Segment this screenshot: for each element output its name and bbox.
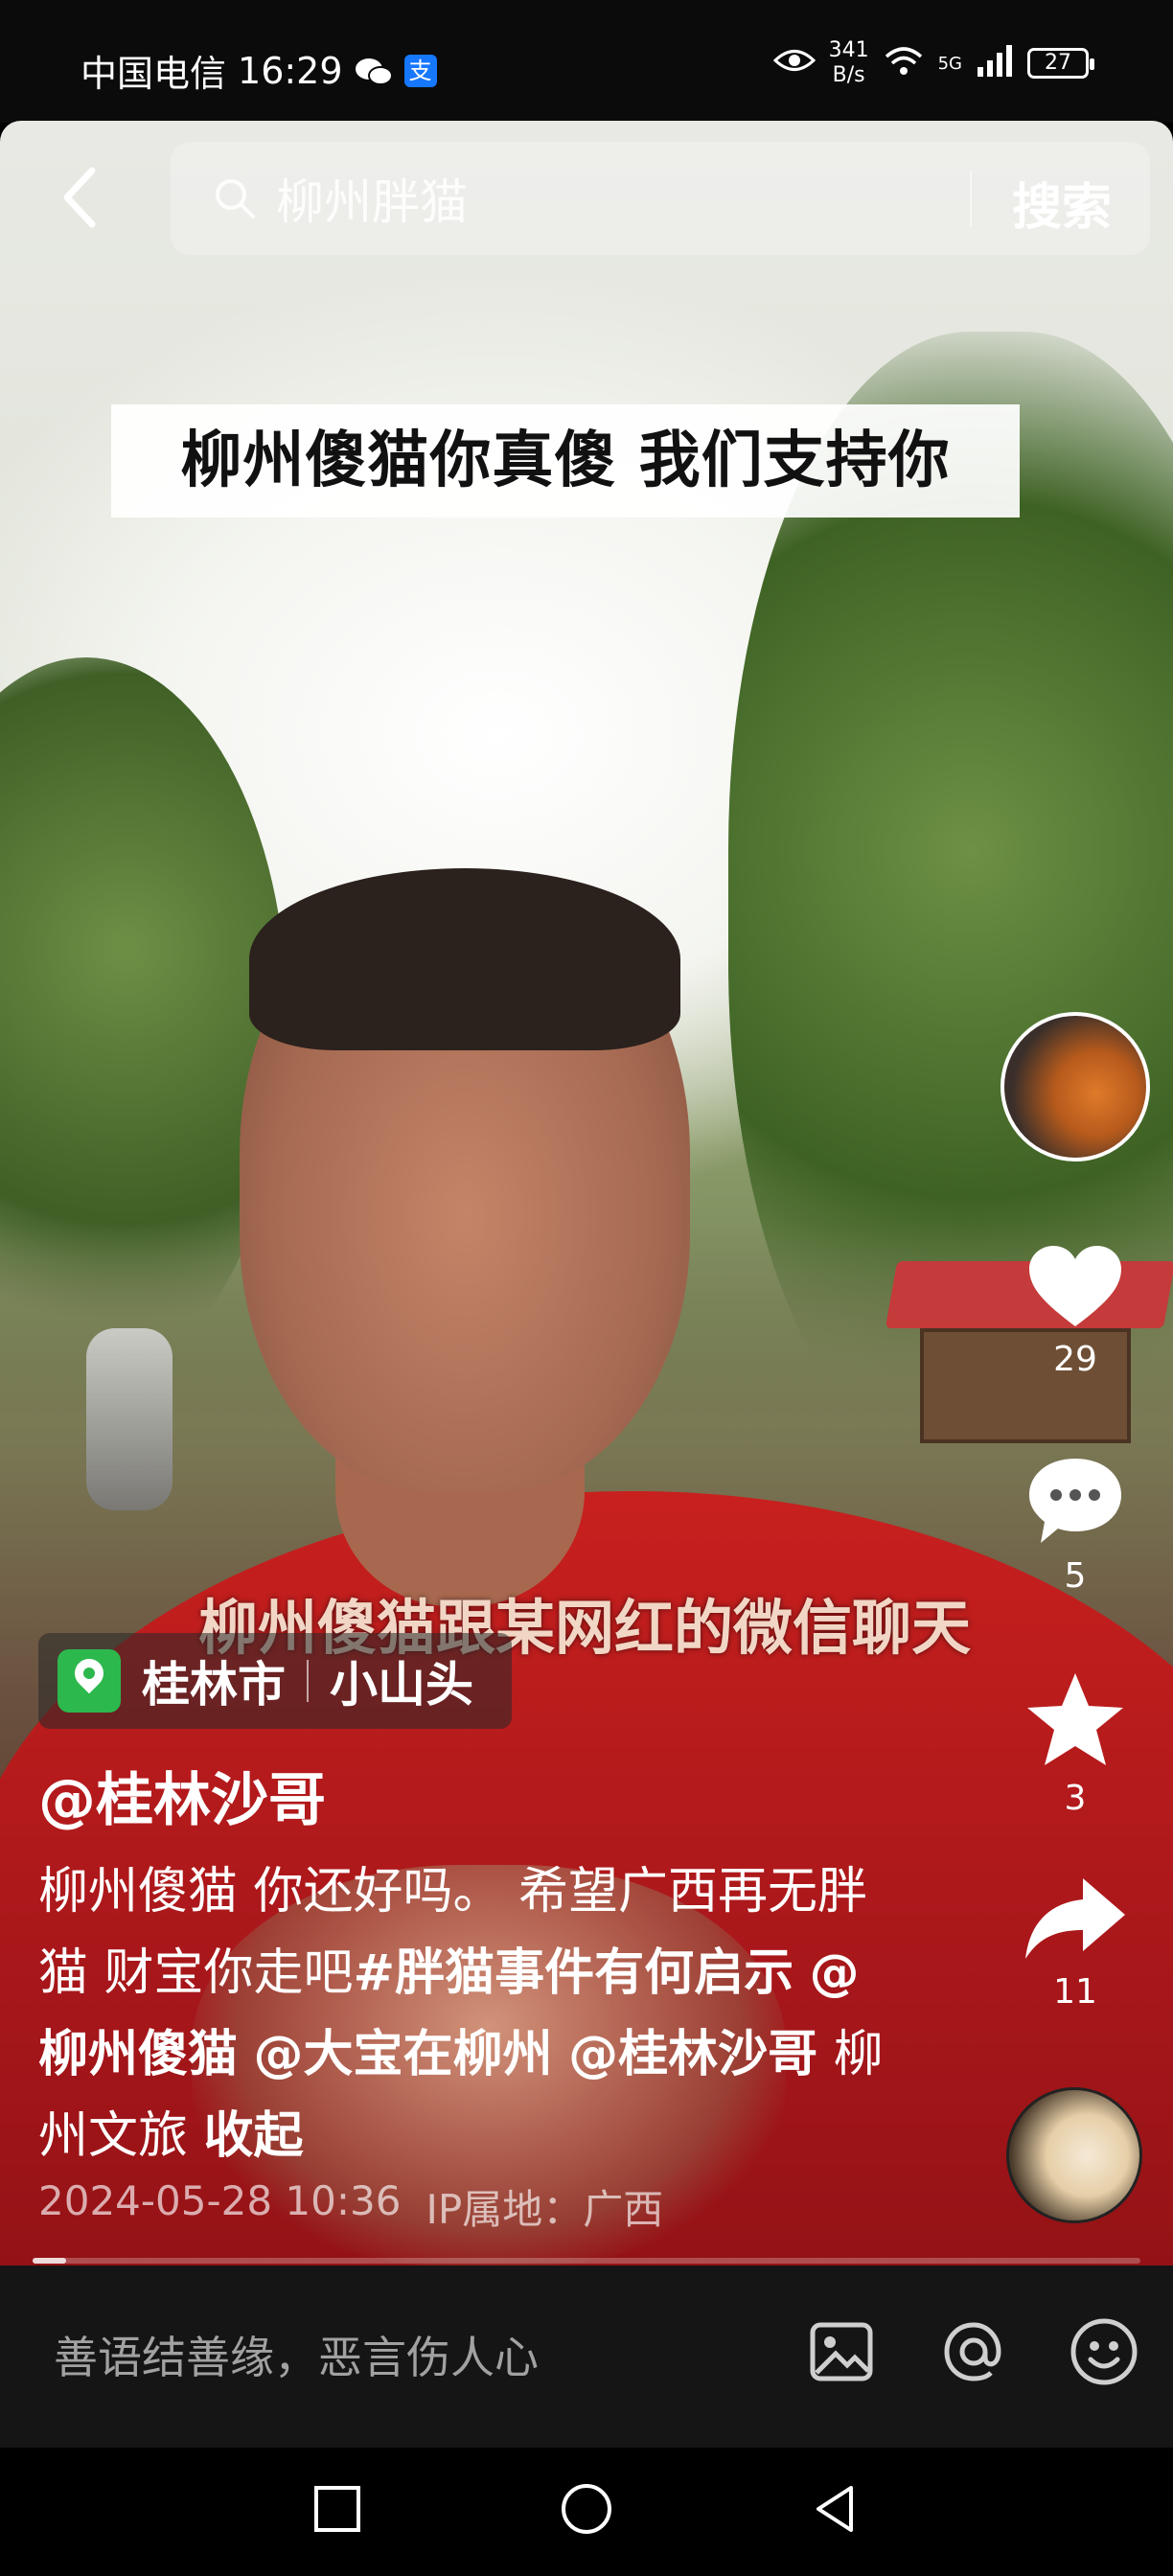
eye-icon: [772, 46, 816, 80]
wechat-notification-icon: [355, 55, 393, 87]
search-button[interactable]: 搜索: [1012, 167, 1112, 239]
square-icon: [314, 2486, 360, 2532]
location-pin-icon: [58, 1649, 121, 1713]
network-speed-value: 341: [828, 38, 869, 62]
location-tag[interactable]: 桂林市 小山头: [38, 1633, 512, 1729]
post-datetime: 2024-05-28 10:36: [38, 2177, 402, 2224]
share-count: 11: [1053, 1972, 1097, 2012]
post-meta: 2024-05-28 10:36 IP属地：广西: [38, 2177, 663, 2236]
chevron-left-icon: [63, 167, 96, 228]
system-nav-bar: [0, 2448, 1173, 2576]
image-icon[interactable]: [805, 2315, 878, 2388]
search-icon: [216, 179, 255, 218]
star-icon: [1027, 1673, 1123, 1765]
search-bar[interactable]: 柳州胖猫 搜索: [171, 142, 1150, 255]
comment-bar: 善语结善缘，恶言伤人心: [0, 2266, 1173, 2448]
back-nav-button[interactable]: [807, 2480, 864, 2538]
favorite-count: 3: [1064, 1779, 1087, 1818]
comment-count: 5: [1064, 1556, 1087, 1596]
status-bar: 中国电信 16:29 支 341 B/s 5G 27: [0, 0, 1173, 123]
back-button[interactable]: [54, 163, 107, 232]
comment-button[interactable]: 5: [1000, 1455, 1150, 1596]
battery-indicator: 27: [1027, 48, 1094, 79]
location-separator: [307, 1660, 309, 1702]
mention-link[interactable]: @桂林沙哥: [568, 2026, 817, 2083]
mention-link[interactable]: @大宝在柳州: [254, 2026, 553, 2083]
share-arrow-icon: [1025, 1878, 1125, 1959]
like-count: 29: [1053, 1340, 1097, 1379]
network-speed-unit: B/s: [832, 63, 865, 87]
collapse-button[interactable]: 收起: [204, 2107, 304, 2165]
video-progress-fill: [33, 2258, 66, 2264]
location-area: 小山头: [330, 1657, 473, 1713]
triangle-back-icon: [816, 2486, 853, 2532]
carrier-name: 中国电信: [80, 53, 227, 95]
share-button[interactable]: 11: [1000, 1874, 1150, 2012]
search-divider: [970, 171, 972, 226]
network-type: 5G: [937, 53, 962, 74]
author-avatar[interactable]: [1000, 1012, 1150, 1162]
heart-icon: [1029, 1246, 1121, 1326]
recent-apps-button[interactable]: [309, 2480, 366, 2538]
location-city: 桂林市: [142, 1657, 286, 1713]
emoji-icon[interactable]: [1068, 2315, 1140, 2388]
hashtag-link[interactable]: #胖猫事件有何启示: [354, 1944, 794, 2002]
ip-location: IP属地：广西: [426, 2186, 664, 2233]
status-right: 341 B/s 5G 27: [772, 38, 1094, 88]
search-input[interactable]: 柳州胖猫: [276, 164, 468, 233]
music-disc[interactable]: [1006, 2087, 1142, 2223]
clock: 16:29: [238, 49, 343, 92]
video-title-overlay: 柳州傻猫你真傻 我们支持你: [111, 404, 1020, 518]
signal-icon: [976, 44, 1014, 82]
favorite-button[interactable]: 3: [1000, 1669, 1150, 1818]
comment-input[interactable]: 善语结善缘，恶言伤人心: [54, 2323, 539, 2386]
comment-bubble-icon: [1029, 1459, 1121, 1543]
video-progress-bar[interactable]: [33, 2258, 1140, 2264]
circle-icon: [562, 2484, 611, 2534]
status-left: 中国电信 16:29 支: [80, 44, 437, 97]
like-button[interactable]: 29: [1000, 1242, 1150, 1379]
wifi-icon: [883, 43, 925, 83]
post-description: 柳州傻猫 你还好吗。 希望广西再无胖猫 财宝你走吧#胖猫事件有何启示 @柳州傻猫…: [38, 1852, 891, 2177]
alipay-notification-icon: 支: [403, 54, 437, 87]
home-button[interactable]: [558, 2480, 615, 2538]
mention-icon[interactable]: [937, 2315, 1010, 2388]
network-speed: 341 B/s: [829, 38, 869, 88]
author-name[interactable]: @桂林沙哥: [38, 1754, 326, 1837]
